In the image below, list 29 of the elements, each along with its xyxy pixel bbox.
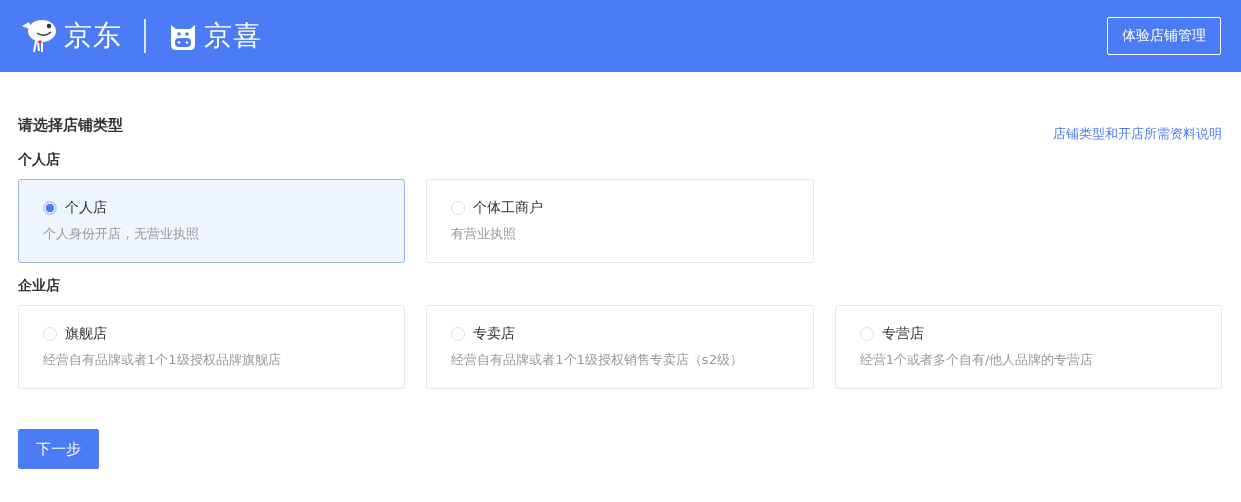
option-name: 专卖店	[473, 325, 516, 343]
option-name: 旗舰店	[65, 325, 107, 343]
radio-button[interactable]	[451, 201, 466, 215]
option-name: 个体工商户	[473, 199, 544, 217]
option-description: 有营业执照	[451, 225, 518, 243]
help-link[interactable]: 店铺类型和开店所需资料说明	[1053, 125, 1222, 143]
radio-button[interactable]	[43, 327, 57, 341]
option-description: 经营1个或者多个自有/他人品牌的专营店	[859, 351, 1095, 369]
next-button[interactable]: 下一步	[18, 429, 99, 469]
dog-mascot-icon	[20, 18, 58, 54]
section-label: 企业店	[18, 277, 61, 295]
store-type-card[interactable]: 旗舰店 经营自有品牌或者1个1级授权品牌旗舰店	[18, 305, 406, 389]
option-name: 个人店	[65, 199, 107, 217]
brand-name: 京东	[64, 18, 122, 54]
page-title: 请选择店铺类型	[18, 116, 123, 135]
brand-name: 京喜	[204, 18, 262, 54]
option-description: 经营自有品牌或者1个1级授权品牌旗舰店	[43, 351, 282, 369]
radio-button[interactable]	[859, 327, 874, 341]
store-type-card[interactable]: 专卖店 经营自有品牌或者1个1级授权销售专卖店（s2级）	[426, 305, 814, 389]
option-description: 经营自有品牌或者1个1级授权销售专卖店（s2级）	[451, 351, 744, 369]
store-type-card[interactable]: 个人店 个人身份开店，无营业执照	[18, 179, 406, 263]
option-name: 专营店	[881, 325, 924, 343]
radio-button[interactable]	[451, 327, 466, 341]
store-type-card[interactable]: 个体工商户 有营业执照	[426, 179, 814, 263]
radio-button[interactable]	[43, 201, 57, 215]
option-description: 个人身份开店，无营业执照	[43, 225, 200, 243]
store-management-button[interactable]: 体验店铺管理	[1107, 17, 1221, 55]
section-label: 个人店	[18, 151, 61, 169]
store-type-card[interactable]: 专营店 经营1个或者多个自有/他人品牌的专营店	[834, 305, 1222, 389]
